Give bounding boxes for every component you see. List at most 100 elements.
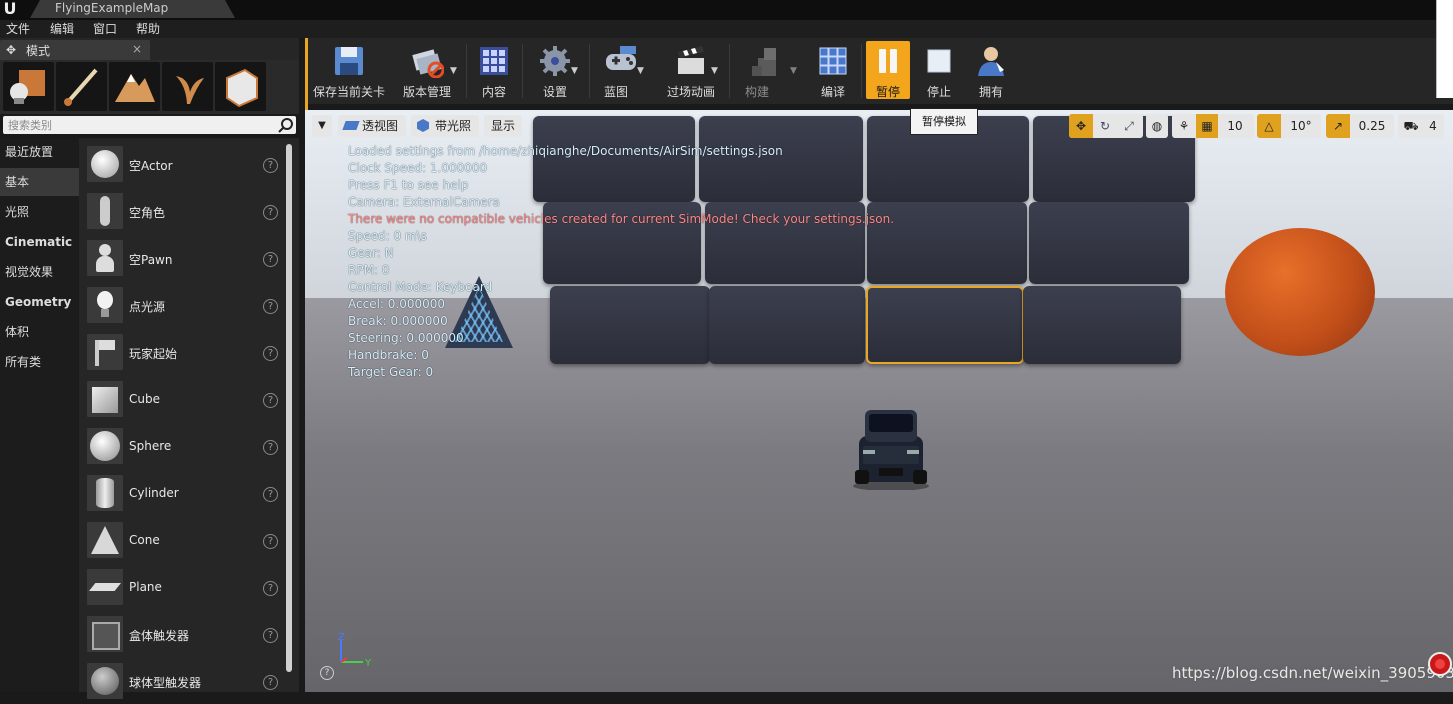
surface-snap-icon[interactable]: ⚘	[1172, 114, 1196, 138]
blueprints-button[interactable]: 蓝图 ▼	[591, 41, 651, 99]
world-local-toggle[interactable]: ◍	[1146, 114, 1168, 138]
list-item[interactable]: 空Actor ?	[79, 140, 284, 187]
category-recent[interactable]: 最近放置	[0, 138, 79, 166]
help-icon[interactable]: ?	[263, 252, 278, 267]
list-item[interactable]: 点光源 ?	[79, 281, 284, 328]
settings-button[interactable]: 设置 ▼	[525, 41, 585, 99]
viewport-options-dropdown[interactable]: ▼	[312, 115, 332, 137]
rotation-snap-value[interactable]: 10°	[1283, 114, 1319, 138]
viewport-help-icon[interactable]: ?	[320, 666, 334, 680]
list-item[interactable]: 空角色 ?	[79, 187, 284, 234]
possess-button[interactable]: 拥有	[966, 41, 1016, 99]
camera-speed-value: 4	[1429, 119, 1437, 133]
category-geometry[interactable]: Geometry	[0, 288, 79, 316]
list-item-label: 点光源	[129, 300, 166, 314]
level-viewport[interactable]: ▼ 透视图 带光照 显示 ✥ ↻ ⤢ ◍ ⚘ ▦ 10 △ 10° ↗ 0.25…	[305, 110, 1453, 692]
camera-speed-group[interactable]: ⛟ 4	[1398, 114, 1444, 138]
rotation-snap-icon[interactable]: △	[1257, 114, 1281, 138]
help-icon[interactable]: ?	[263, 581, 278, 596]
wall-cube-selected[interactable]	[866, 286, 1024, 364]
content-button[interactable]: 内容	[469, 41, 519, 99]
help-icon[interactable]: ?	[263, 675, 278, 690]
show-button[interactable]: 显示	[484, 115, 522, 137]
scale-snap-value[interactable]: 0.25	[1352, 114, 1392, 138]
list-item[interactable]: Plane ?	[79, 563, 284, 610]
pause-button[interactable]: 暂停	[866, 41, 910, 99]
wall-cube[interactable]	[709, 286, 865, 364]
tab-modes[interactable]	[0, 40, 150, 60]
record-icon[interactable]	[1426, 650, 1453, 692]
empty-pawn-icon	[87, 240, 123, 276]
menu-file[interactable]: 文件	[6, 20, 30, 38]
blueprint-gamepad-icon	[606, 46, 636, 70]
list-item[interactable]: 空Pawn ?	[79, 234, 284, 281]
rotate-tool-icon[interactable]: ↻	[1093, 114, 1117, 138]
chevron-down-icon[interactable]: ▼	[637, 66, 644, 76]
save-level-button[interactable]: 保存当前关卡	[310, 41, 388, 99]
chevron-down-icon[interactable]: ▼	[571, 66, 578, 76]
list-item-label: Cube	[129, 392, 160, 406]
help-icon[interactable]: ?	[263, 158, 278, 173]
menu-help[interactable]: 帮助	[136, 20, 160, 38]
wall-cube[interactable]	[550, 286, 710, 364]
wall-cube[interactable]	[533, 116, 695, 202]
landscape-mode-button[interactable]	[109, 62, 160, 111]
search-icon[interactable]	[278, 117, 294, 133]
grid-snap-value[interactable]: 10	[1218, 114, 1252, 138]
help-icon[interactable]: ?	[263, 628, 278, 643]
list-item[interactable]: 盒体触发器 ?	[79, 610, 284, 657]
help-icon[interactable]: ?	[263, 487, 278, 502]
scale-snap-icon[interactable]: ↗	[1326, 114, 1350, 138]
chevron-down-icon[interactable]: ▼	[450, 66, 457, 76]
wall-cube[interactable]	[699, 116, 863, 202]
menu-window[interactable]: 窗口	[93, 20, 117, 38]
build-blocks-icon	[752, 48, 776, 76]
help-icon[interactable]: ?	[263, 299, 278, 314]
level-tab[interactable]: FlyingExampleMap	[30, 0, 235, 18]
move-tool-icon[interactable]: ✥	[1069, 114, 1093, 138]
wall-cube[interactable]	[1029, 202, 1189, 284]
list-item[interactable]: 玩家起始 ?	[79, 328, 284, 375]
camera-speed-icon: ⛟	[1403, 119, 1419, 133]
compile-button[interactable]: 编译	[808, 41, 858, 99]
list-item[interactable]: Cube ?	[79, 375, 284, 422]
chevron-down-icon[interactable]: ▼	[711, 66, 718, 76]
place-mode-button[interactable]	[3, 62, 54, 111]
grid-snap-group: ⚘ ▦ 10	[1172, 114, 1254, 138]
perspective-button[interactable]: 透视图	[338, 115, 406, 137]
scale-tool-icon[interactable]: ⤢	[1117, 114, 1141, 138]
category-volumes[interactable]: 体积	[0, 318, 79, 346]
lit-mode-button[interactable]: 带光照	[411, 115, 479, 137]
actor-list-scrollbar[interactable]	[286, 144, 292, 672]
help-icon[interactable]: ?	[263, 534, 278, 549]
wall-cube[interactable]	[1023, 286, 1181, 364]
perspective-icon	[342, 121, 360, 130]
category-basic[interactable]: 基本	[0, 168, 79, 196]
car-vehicle[interactable]	[851, 406, 931, 490]
help-icon[interactable]: ?	[263, 205, 278, 220]
list-item[interactable]: 球体型触发器 ?	[79, 657, 284, 704]
plane-icon	[87, 569, 123, 605]
category-cinematic[interactable]: Cinematic	[0, 228, 79, 256]
build-button[interactable]: 构建 ▼	[732, 41, 802, 99]
help-icon[interactable]: ?	[263, 393, 278, 408]
chevron-down-icon[interactable]: ▼	[790, 66, 797, 76]
orange-sphere[interactable]	[1225, 228, 1375, 356]
stop-button[interactable]: 停止	[916, 41, 962, 99]
foliage-mode-button[interactable]	[162, 62, 213, 111]
help-icon[interactable]: ?	[263, 346, 278, 361]
category-visual-effects[interactable]: 视觉效果	[0, 258, 79, 286]
menu-edit[interactable]: 编辑	[50, 20, 74, 38]
list-item[interactable]: Sphere ?	[79, 422, 284, 469]
help-icon[interactable]: ?	[263, 440, 278, 455]
list-item[interactable]: Cylinder ?	[79, 469, 284, 516]
paint-mode-button[interactable]	[56, 62, 107, 111]
list-item[interactable]: Cone ?	[79, 516, 284, 563]
category-lights[interactable]: 光照	[0, 198, 79, 226]
lit-label: 带光照	[435, 119, 472, 133]
geometry-mode-button[interactable]	[215, 62, 266, 111]
close-icon[interactable]: ×	[132, 42, 142, 56]
source-control-button[interactable]: 版本管理 ▼	[392, 41, 462, 99]
category-all-classes[interactable]: 所有类	[0, 348, 79, 376]
grid-snap-icon[interactable]: ▦	[1196, 114, 1218, 138]
